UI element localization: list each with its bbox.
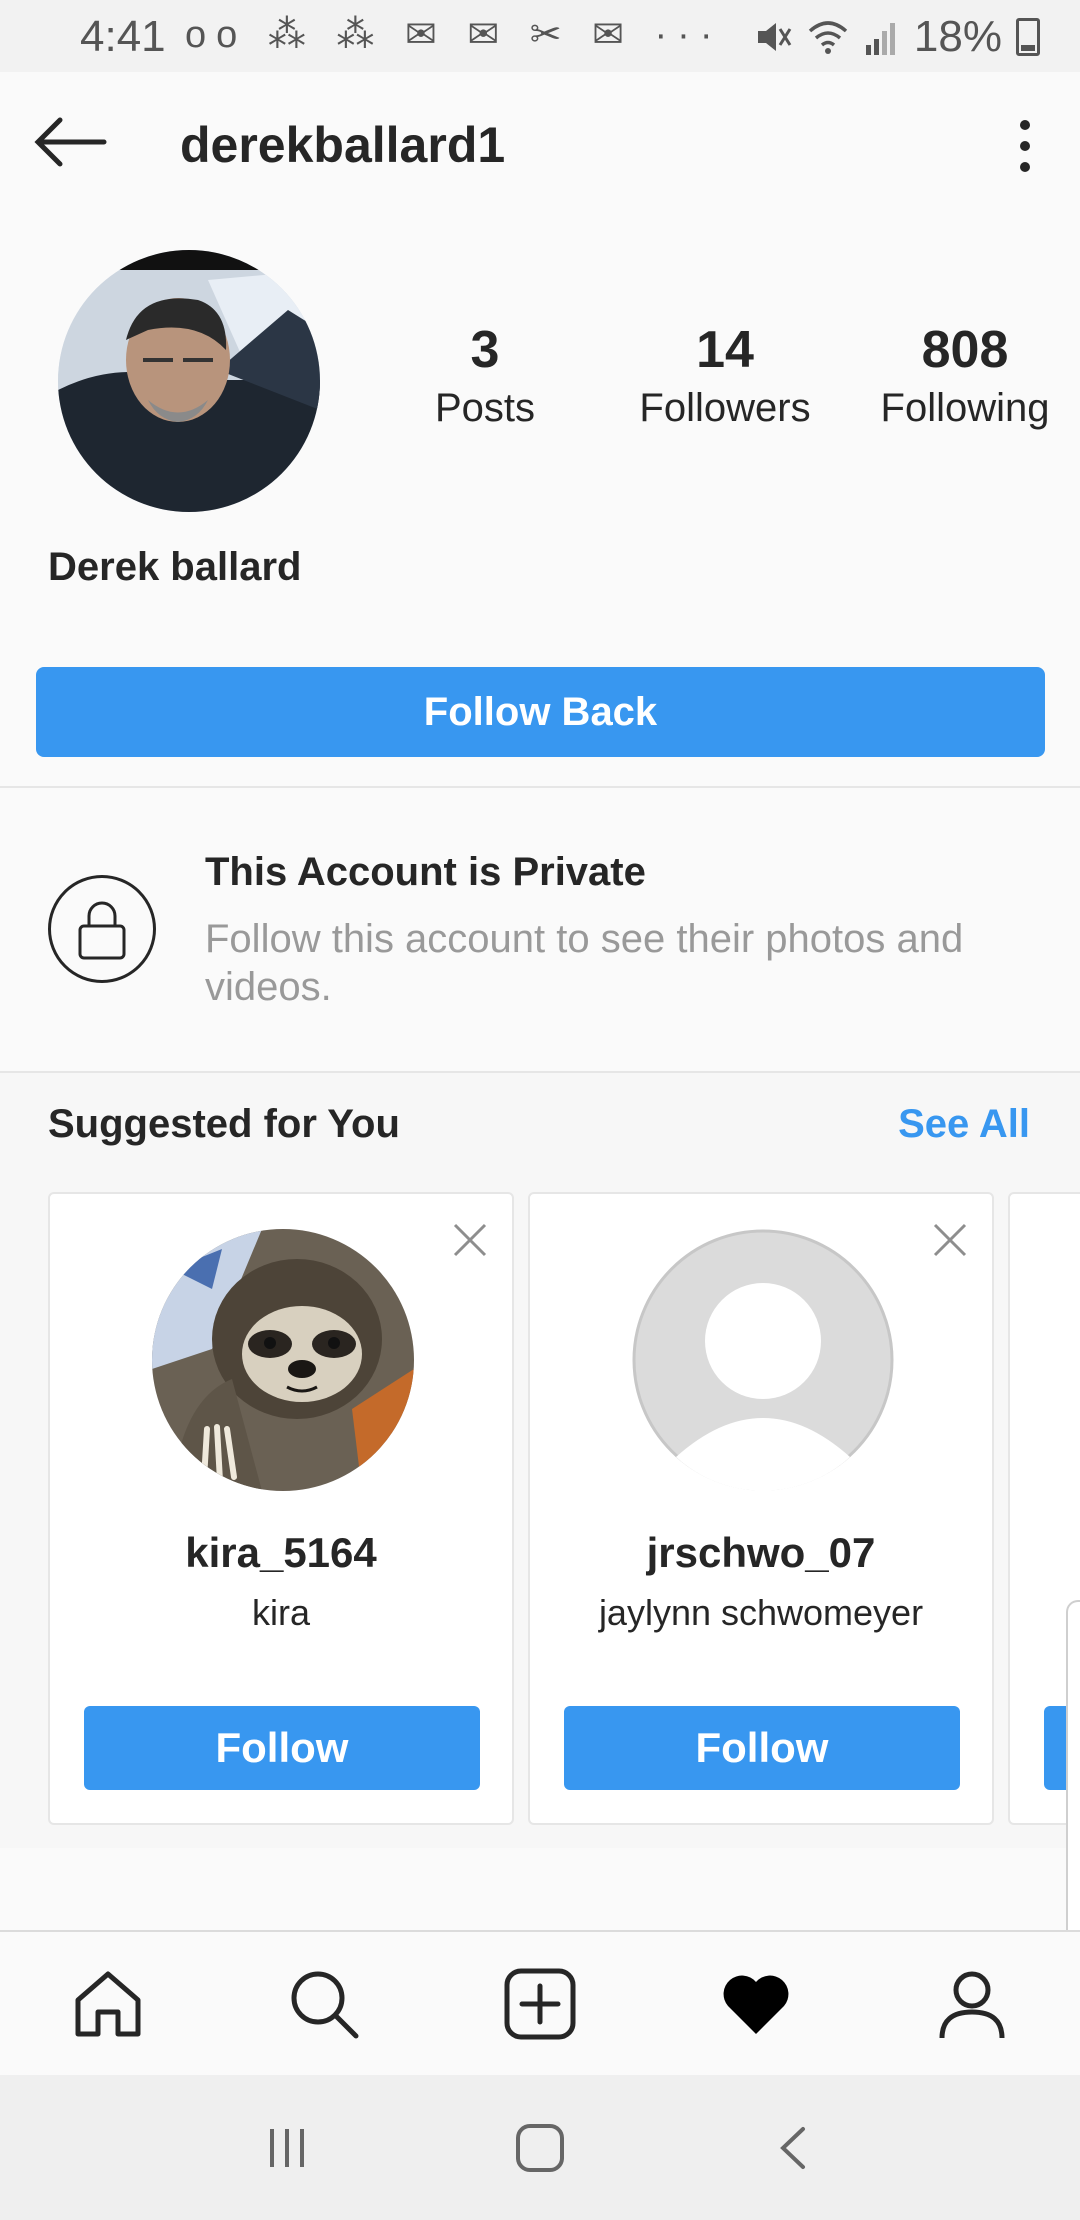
follow-button[interactable]: Follow [564,1706,960,1790]
suggestion-avatar[interactable] [632,1229,894,1491]
avatar-photo [58,250,320,512]
battery-percent: 18% [913,12,1002,61]
suggestion-username[interactable]: kira_5164 [50,1529,512,1577]
see-all-link[interactable]: See All [898,1102,1030,1147]
nav-search[interactable] [269,1949,379,2059]
kebab-menu-icon [1020,120,1030,172]
stat-posts[interactable]: 3 Posts [400,320,570,431]
stat-posts-count: 3 [470,321,500,379]
system-nav-bar [0,2075,1080,2220]
home-icon [75,1971,141,2036]
options-button[interactable] [1010,116,1040,176]
dismiss-button[interactable] [452,1222,488,1258]
suggestion-fullname: jaylynn schwomeyer [598,1592,924,1633]
arrow-left-icon [34,117,107,167]
stat-following-label: Following [880,386,1050,430]
sloth-photo [152,1229,414,1491]
stat-posts-label: Posts [434,386,536,430]
activity-heart-icon [723,1975,789,2034]
wifi-icon [808,21,848,54]
status-bar: 4:41 oo ⁂ ⁂ ✉ ✉ ✂ ✉ ··· 18% [0,0,1080,72]
back-icon [780,2126,806,2169]
follow-button[interactable]: Follow [84,1706,480,1790]
recent-apps-button[interactable] [237,2108,337,2188]
status-time: 4:41 [80,12,166,61]
follow-back-button[interactable]: Follow Back [36,667,1045,757]
lock-badge [48,875,156,983]
nav-home[interactable] [53,1949,163,2059]
notification-icons: oo ⁂ ⁂ ✉ ✉ ✂ ✉ ··· [185,14,723,56]
nav-activity[interactable] [701,1949,811,2059]
profile-avatar[interactable] [58,250,320,512]
dismiss-button[interactable] [932,1222,968,1258]
profile-stats: 3 Posts 14 Followers 808 Following [400,320,1050,431]
default-avatar-icon [632,1229,894,1491]
private-title: This Account is Private [205,850,646,894]
nav-profile[interactable] [917,1949,1027,2059]
suggestion-fullname: kira [251,1592,310,1633]
nav-new-post[interactable] [485,1949,595,2059]
stat-following-count: 808 [921,321,1009,379]
back-system-button[interactable] [743,2108,843,2188]
close-icon [453,1223,487,1257]
profile-header: derekballard1 [0,72,1080,217]
status-right: 18% [752,12,1040,62]
divider [0,786,1080,788]
private-subtitle: Follow this account to see their photos … [205,917,964,1009]
bottom-nav [0,1930,1080,2075]
back-button[interactable] [30,112,110,172]
stat-following[interactable]: 808 Following [880,320,1050,431]
mute-icon [757,23,792,51]
suggestion-card[interactable]: kira_5164 kira Follow [48,1192,514,1825]
battery-icon [1016,18,1040,56]
stat-followers[interactable]: 14 Followers [639,320,810,431]
close-icon [933,1223,967,1257]
search-icon [291,1971,359,2038]
profile-icon [939,1971,1005,2038]
stat-followers-label: Followers [639,386,811,430]
page-title: derekballard1 [180,117,506,173]
suggestion-card[interactable]: jrschwo_07 jaylynn schwomeyer Follow [528,1192,994,1825]
add-post-icon [504,1968,576,2039]
divider [0,1071,1080,1073]
suggestion-username[interactable]: jrschwo_07 [530,1529,992,1577]
profile-full-name: Derek ballard [48,545,302,589]
home-system-button[interactable] [490,2108,590,2188]
suggestion-avatar[interactable] [152,1229,414,1491]
signal-icon [865,23,895,55]
recent-apps-icon [269,2128,304,2167]
lock-icon [78,901,126,960]
stat-followers-count: 14 [696,321,754,379]
suggested-title: Suggested for You [48,1102,400,1146]
home-button-icon [515,2123,564,2172]
